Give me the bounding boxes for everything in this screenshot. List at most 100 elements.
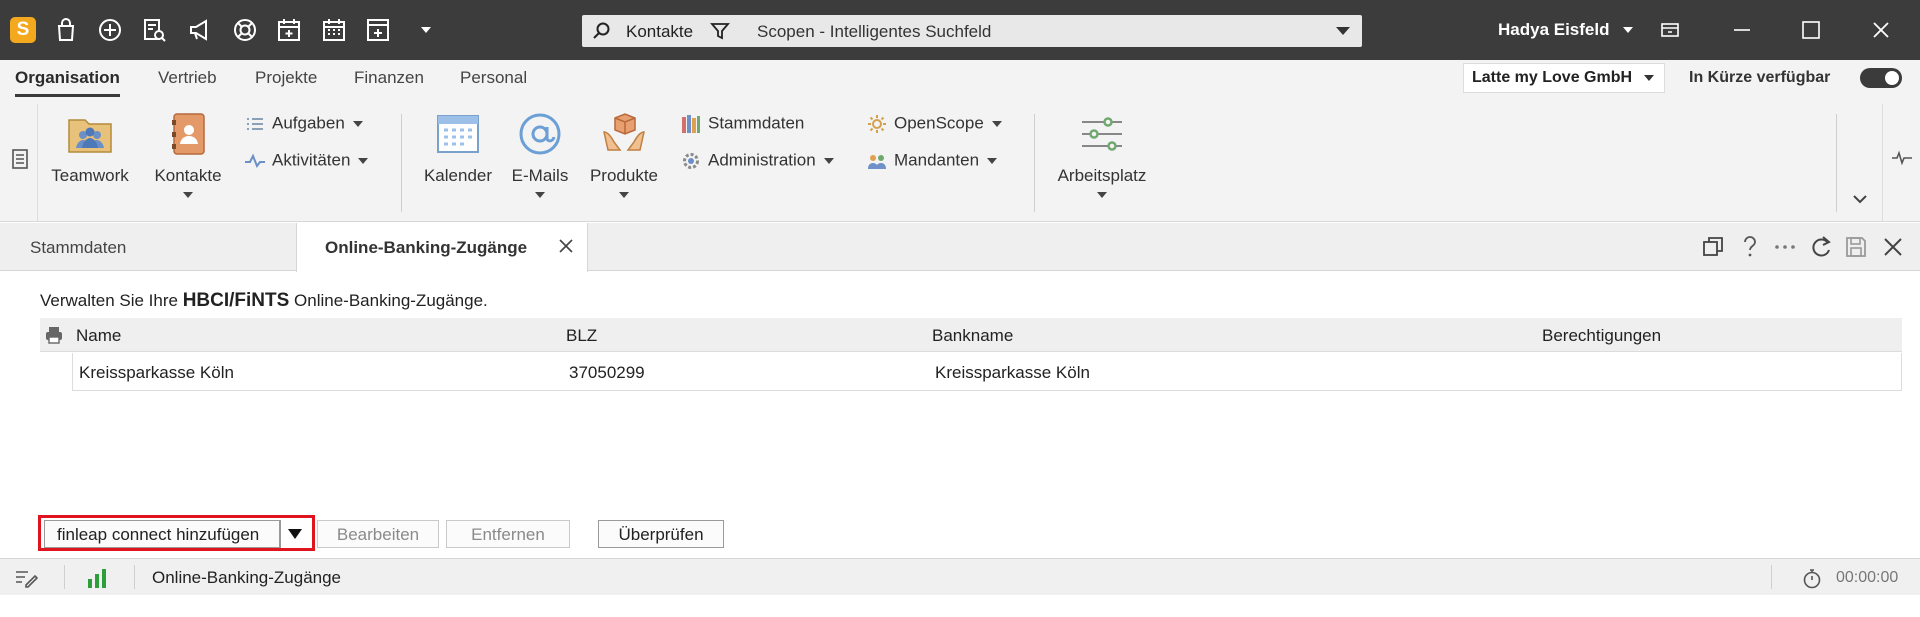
ribbon-separator (401, 114, 402, 212)
duplicate-window-icon[interactable] (1700, 234, 1726, 260)
status-separator (1771, 565, 1772, 589)
ribbon-separator (1034, 114, 1035, 212)
ribbon-right-rail (1882, 104, 1920, 222)
arbeitsplatz-label: Arbeitsplatz (1057, 166, 1147, 185)
emails-caret-icon[interactable] (535, 192, 545, 198)
printer-icon[interactable] (44, 325, 64, 345)
refresh-icon[interactable] (1808, 234, 1834, 260)
kalender-button[interactable]: Kalender (418, 110, 498, 186)
stopwatch-icon[interactable] (1800, 567, 1824, 589)
availability-toggle[interactable] (1860, 68, 1902, 88)
ribbon: Teamwork Kontakte Aufgaben Aktivitäten K… (0, 104, 1920, 222)
megaphone-icon[interactable] (186, 16, 214, 44)
document-tab-bar: Stammdaten Online-Banking-Zugänge (0, 223, 1920, 272)
produkte-button[interactable]: Produkte (584, 110, 664, 198)
ribbon-separator (1836, 114, 1837, 212)
calendar-grid-icon[interactable] (320, 16, 348, 44)
tab-finanzen[interactable]: Finanzen (354, 68, 424, 94)
emails-button[interactable]: E-Mails (504, 110, 576, 198)
kontakte-button[interactable]: Kontakte (148, 110, 228, 198)
cell-bankname: Kreissparkasse Köln (935, 363, 1090, 382)
edit-button[interactable]: Bearbeiten (317, 520, 439, 548)
save-icon[interactable] (1843, 234, 1869, 260)
status-separator (64, 565, 65, 589)
close-window-icon[interactable] (1866, 15, 1896, 45)
doc-tab-stammdaten[interactable]: Stammdaten (0, 223, 296, 271)
minimize-icon[interactable] (1727, 15, 1757, 45)
status-text: Online-Banking-Zugänge (152, 568, 342, 587)
search-icon (593, 22, 610, 39)
calendar-add-icon[interactable] (275, 16, 303, 44)
check-button[interactable]: Überprüfen (598, 520, 724, 548)
arbeitsplatz-button[interactable]: Arbeitsplatz (1050, 110, 1154, 198)
openscope-button[interactable]: OpenScope (866, 113, 1002, 139)
administration-button[interactable]: Administration (680, 150, 834, 176)
teamwork-button[interactable]: Teamwork (48, 110, 132, 186)
openscope-sun-icon (866, 113, 888, 135)
teamwork-folder-icon (66, 110, 114, 158)
aktivitaeten-caret-icon (358, 158, 369, 164)
admin-gear-icon (680, 150, 702, 172)
column-header-blz[interactable]: BLZ (566, 326, 597, 346)
search-placeholder[interactable]: Scopen - Intelligentes Suchfeld (757, 22, 991, 42)
column-header-name[interactable]: Name (76, 326, 121, 346)
emails-label: E-Mails (511, 166, 569, 185)
intelligent-search-field[interactable]: Kontakte Scopen - Intelligentes Suchfeld (582, 15, 1362, 47)
user-menu-chevron-icon[interactable] (1623, 27, 1633, 33)
tab-organisation[interactable]: Organisation (15, 68, 120, 97)
add-circle-icon[interactable] (96, 16, 124, 44)
mandanten-caret-icon (987, 158, 998, 164)
intro-text-hbci: HBCI/FiNTS (182, 290, 290, 311)
table-row[interactable]: Kreissparkasse Köln 37050299 Kreissparka… (72, 353, 1902, 391)
restore-panel-icon[interactable] (1655, 15, 1685, 45)
arbeitsplatz-caret-icon[interactable] (1097, 192, 1107, 198)
remove-button[interactable]: Entfernen (446, 520, 570, 548)
add-dropdown-arrow-icon[interactable] (280, 520, 308, 548)
status-separator (134, 565, 135, 589)
aufgaben-label: Aufgaben (272, 113, 345, 133)
chevron-down-icon[interactable] (412, 16, 440, 44)
stammdaten-button[interactable]: Stammdaten (680, 113, 804, 139)
timer-value: 00:00:00 (1836, 569, 1899, 586)
mandanten-label: Mandanten (894, 150, 980, 170)
help-icon[interactable] (1737, 234, 1763, 260)
calendar-icon (434, 110, 482, 158)
tab-personal[interactable]: Personal (460, 68, 527, 94)
app-logo[interactable]: S (10, 17, 36, 43)
maximize-icon[interactable] (1796, 15, 1826, 45)
at-sign-icon (516, 110, 564, 158)
close-tab-icon[interactable] (555, 235, 577, 257)
column-header-berechtigungen[interactable]: Berechtigungen (1542, 326, 1661, 346)
ribbon-expand-chevron-icon[interactable] (1851, 192, 1869, 206)
contact-book-icon (164, 110, 212, 158)
column-header-bankname[interactable]: Bankname (932, 326, 1013, 346)
kontakte-caret-icon[interactable] (183, 192, 193, 198)
ribbon-left-rail (0, 104, 38, 222)
company-selector[interactable]: Latte my Love GmbH (1463, 63, 1665, 93)
contact-search-icon[interactable] (140, 16, 168, 44)
shopping-bag-icon[interactable] (52, 16, 80, 44)
search-scope[interactable]: Kontakte (626, 22, 693, 42)
more-options-icon[interactable] (1772, 234, 1798, 260)
document-list-icon[interactable] (10, 148, 30, 170)
close-document-icon[interactable] (1880, 234, 1906, 260)
add-finleap-button[interactable]: finleap connect hinzufügen (44, 520, 280, 548)
filter-icon[interactable] (710, 21, 730, 41)
task-list-icon (244, 113, 266, 135)
user-menu[interactable]: Hadya Eisfeld (1498, 20, 1610, 40)
tab-vertrieb[interactable]: Vertrieb (158, 68, 217, 94)
aufgaben-button[interactable]: Aufgaben (244, 113, 363, 139)
activity-pulse-icon (244, 150, 266, 172)
notes-edit-icon[interactable] (14, 567, 38, 589)
tab-projekte[interactable]: Projekte (255, 68, 317, 94)
window-add-icon[interactable] (364, 16, 392, 44)
aktivitaeten-button[interactable]: Aktivitäten (244, 150, 369, 176)
doc-tab-online-banking[interactable]: Online-Banking-Zugänge (296, 223, 588, 272)
search-dropdown-icon[interactable] (1336, 27, 1350, 35)
mandanten-button[interactable]: Mandanten (866, 150, 998, 176)
cell-blz: 37050299 (569, 363, 645, 382)
activity-monitor-icon[interactable] (1891, 148, 1913, 168)
produkte-caret-icon[interactable] (619, 192, 629, 198)
lifebuoy-icon[interactable] (231, 16, 259, 44)
intro-text: Verwalten Sie Ihre HBCI/FiNTS Online-Ban… (40, 290, 488, 312)
